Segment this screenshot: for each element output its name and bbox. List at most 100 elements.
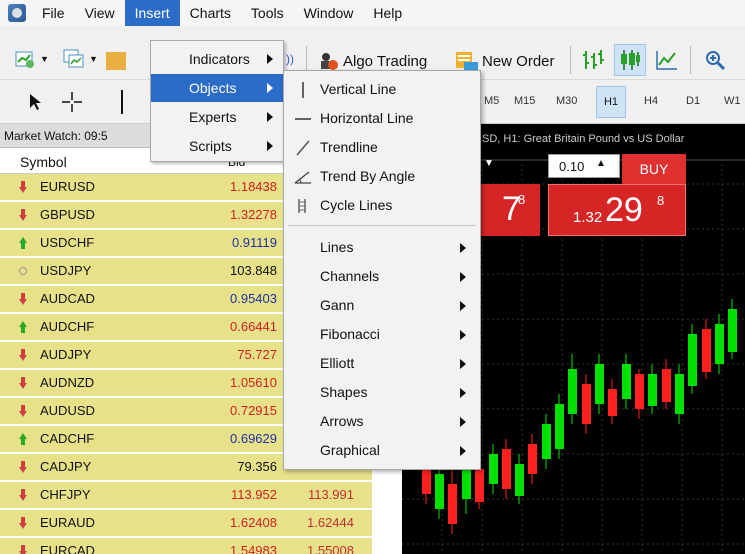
- object-graphical-label: Graphical: [320, 442, 380, 458]
- timeframe-m30[interactable]: M30: [556, 95, 577, 107]
- table-row[interactable]: EURCAD 1.54983 1.55008: [0, 538, 372, 554]
- lot-up-icon[interactable]: ▲: [596, 158, 610, 172]
- line-chart-icon[interactable]: [654, 48, 680, 72]
- menu-insert[interactable]: Insert: [124, 0, 180, 26]
- object-trend-by-angle[interactable]: Trend By Angle: [284, 162, 480, 191]
- cursor-icon[interactable]: [28, 93, 42, 111]
- symbol-cell: GBPUSD: [40, 207, 95, 222]
- table-row[interactable]: CHFJPY 113.952 113.991: [0, 482, 372, 508]
- sell-price-button[interactable]: 7 8: [480, 184, 540, 236]
- timeframe-w1[interactable]: W1: [724, 95, 741, 107]
- object-shapes-submenu[interactable]: Shapes: [284, 378, 480, 407]
- new-order-button[interactable]: New Order: [454, 51, 555, 71]
- object-trendline-label: Trendline: [320, 139, 378, 155]
- candlestick-chart-button[interactable]: [614, 44, 646, 76]
- bid-cell: 1.05610: [230, 375, 277, 390]
- candlestick-icon: [621, 50, 640, 70]
- market-watch-icon[interactable]: )): [286, 52, 294, 66]
- column-symbol[interactable]: Symbol: [20, 154, 67, 170]
- zoom-in-icon[interactable]: [704, 49, 726, 71]
- candle-body: [608, 389, 617, 416]
- timeframe-d1[interactable]: D1: [686, 95, 700, 107]
- insert-experts[interactable]: Experts: [151, 103, 283, 131]
- crosshair-icon[interactable]: [60, 90, 84, 114]
- symbol-cell: AUDNZD: [40, 375, 95, 390]
- object-arrows-submenu[interactable]: Arrows: [284, 407, 480, 436]
- menu-window[interactable]: Window: [294, 0, 364, 26]
- algo-trading-button[interactable]: Algo Trading: [318, 51, 427, 71]
- ask-cell: 1.62444: [307, 515, 354, 530]
- new-order-label: New Order: [482, 52, 555, 70]
- tick-direction-icon: [18, 265, 28, 277]
- object-trendline[interactable]: Trendline: [284, 133, 480, 162]
- submenu-arrow-icon: [267, 112, 273, 122]
- symbol-cell: AUDJPY: [40, 347, 92, 362]
- menu-charts[interactable]: Charts: [180, 0, 241, 26]
- bar-chart-icon[interactable]: [580, 48, 606, 72]
- candle-body: [422, 469, 431, 494]
- ask-cell: 113.991: [307, 487, 354, 502]
- object-lines-label: Lines: [320, 239, 354, 255]
- profiles-icon[interactable]: [62, 48, 86, 70]
- row-gap: [372, 510, 402, 536]
- timeframe-m15[interactable]: M15: [514, 95, 535, 107]
- object-horizontal-line[interactable]: Horizontal Line: [284, 104, 480, 133]
- table-row[interactable]: EURAUD 1.62408 1.62444: [0, 510, 372, 536]
- submenu-arrow-icon: [460, 388, 466, 398]
- timeframe-h1[interactable]: H1: [596, 86, 626, 118]
- buy-price-sup: 8: [657, 193, 665, 208]
- object-channels-submenu[interactable]: Channels: [284, 262, 480, 291]
- submenu-arrow-icon: [267, 54, 273, 64]
- bid-cell: 0.66441: [230, 319, 277, 334]
- candle-body: [688, 334, 697, 386]
- ask-cell: 1.55008: [307, 543, 354, 554]
- candle-body: [582, 384, 591, 424]
- object-gann-submenu[interactable]: Gann: [284, 291, 480, 320]
- menu-tools[interactable]: Tools: [241, 0, 294, 26]
- insert-scripts-label: Scripts: [189, 138, 232, 154]
- buy-price-button[interactable]: 1.32 29 8: [548, 184, 686, 236]
- tick-direction-icon: [18, 209, 28, 221]
- row-gap: [372, 538, 402, 554]
- lot-dropdown-arrow[interactable]: ▼: [484, 158, 494, 169]
- tick-direction-icon: [18, 349, 28, 361]
- vertical-line-tool-icon[interactable]: [121, 90, 123, 114]
- insert-scripts[interactable]: Scripts: [151, 132, 283, 160]
- vertical-line-icon: [302, 82, 304, 98]
- candle-body: [435, 474, 444, 509]
- horizontal-line-icon: [295, 118, 311, 120]
- buy-price-small: 1.32: [573, 209, 603, 226]
- tick-direction-icon: [18, 461, 28, 473]
- object-fibonacci-submenu[interactable]: Fibonacci: [284, 320, 480, 349]
- candle-body: [475, 469, 484, 502]
- object-vertical-line[interactable]: Vertical Line: [284, 75, 480, 104]
- object-elliott-submenu[interactable]: Elliott: [284, 349, 480, 378]
- insert-indicators[interactable]: Indicators: [151, 45, 283, 73]
- insert-objects[interactable]: Objects: [151, 74, 283, 102]
- menu-view[interactable]: View: [75, 0, 125, 26]
- app-icon[interactable]: [8, 4, 26, 22]
- insert-indicators-label: Indicators: [189, 51, 250, 67]
- insert-objects-label: Objects: [189, 80, 237, 96]
- symbol-cell: EURAUD: [40, 515, 95, 530]
- timeframe-h4[interactable]: H4: [644, 95, 658, 107]
- candle-body: [635, 374, 644, 409]
- object-cycle-lines[interactable]: Cycle Lines: [284, 191, 480, 220]
- menu-bar: File View Insert Charts Tools Window Hel…: [0, 0, 745, 26]
- chevron-down-icon[interactable]: ▼: [89, 54, 98, 64]
- bid-cell: 1.54983: [230, 543, 277, 554]
- chevron-down-icon[interactable]: ▼: [40, 54, 49, 64]
- tick-direction-icon: [18, 489, 28, 501]
- candle-body: [648, 374, 657, 406]
- candle-body: [542, 424, 551, 459]
- tick-direction-icon: [18, 293, 28, 305]
- row-gap: [372, 482, 402, 508]
- object-lines-submenu[interactable]: Lines: [284, 233, 480, 262]
- object-graphical-submenu[interactable]: Graphical: [284, 436, 480, 465]
- timeframe-m5[interactable]: M5: [484, 95, 499, 107]
- object-vertical-line-label: Vertical Line: [320, 81, 397, 97]
- new-chart-icon[interactable]: [14, 48, 36, 70]
- menu-help[interactable]: Help: [363, 0, 412, 26]
- menu-file[interactable]: File: [32, 0, 75, 26]
- buy-button[interactable]: BUY: [622, 154, 686, 184]
